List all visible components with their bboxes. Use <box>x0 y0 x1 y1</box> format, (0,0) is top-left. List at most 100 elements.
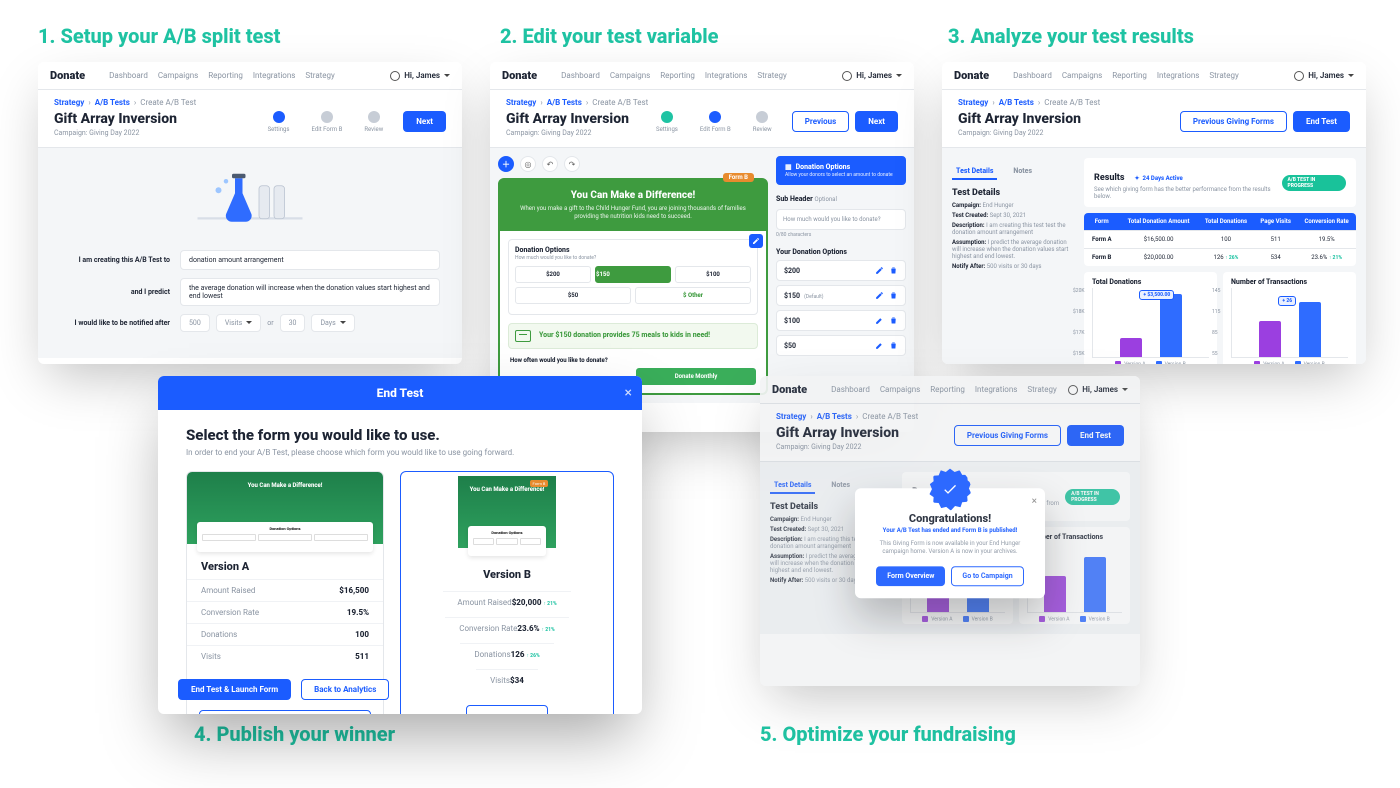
hypothesis-input[interactable]: donation amount arrangement <box>180 250 440 270</box>
chart-callout: + 26 <box>1278 296 1296 306</box>
form-overview-button[interactable]: Form Overview <box>876 566 945 586</box>
nav-strategy[interactable]: Strategy <box>305 71 334 80</box>
nav-integrations[interactable]: Integrations <box>705 71 748 80</box>
user-menu[interactable]: Hi, James <box>842 71 902 81</box>
close-icon[interactable]: × <box>625 385 632 401</box>
crumb-abtests[interactable]: A/B Tests <box>999 98 1034 107</box>
nav-reporting[interactable]: Reporting <box>208 71 243 80</box>
hypothesis-label: I am creating this A/B Test to <box>60 256 180 264</box>
nav-campaigns[interactable]: Campaigns <box>610 71 650 80</box>
crumb-abtests[interactable]: A/B Tests <box>547 98 582 107</box>
nav-reporting[interactable]: Reporting <box>1112 71 1147 80</box>
next-button[interactable]: Next <box>403 111 446 132</box>
go-to-campaign-button[interactable]: Go to Campaign <box>951 566 1023 586</box>
trash-icon[interactable] <box>889 291 898 300</box>
days-active: ✦ 24 Days Active <box>1134 175 1182 182</box>
amount-150[interactable]: $150 <box>595 266 671 283</box>
trash-icon[interactable] <box>889 341 898 350</box>
modal-heading: Select the form you would like to use. <box>186 426 614 444</box>
results-sub: See which giving form has the better per… <box>1094 186 1282 200</box>
nav-strategy[interactable]: Strategy <box>757 71 786 80</box>
page-title: Gift Array Inversion <box>54 111 177 127</box>
crumb-current: Create A/B Test <box>1044 98 1100 107</box>
nav-dashboard[interactable]: Dashboard <box>561 71 600 80</box>
amount-100[interactable]: $100 <box>675 266 751 283</box>
previous-forms-button[interactable]: Previous Giving Forms <box>1180 111 1287 132</box>
end-test-modal: End Test × Select the form you would lik… <box>158 376 642 714</box>
previous-button[interactable]: Previous <box>792 111 850 132</box>
pencil-icon[interactable] <box>875 266 884 275</box>
undo-icon[interactable]: ↶ <box>542 156 558 172</box>
nav-campaigns[interactable]: Campaigns <box>1062 71 1102 80</box>
breadcrumb: Strategy› A/B Tests› Create A/B Test <box>38 90 462 107</box>
results-table: FormTotal Donation AmountTotal Donations… <box>1084 213 1356 266</box>
option-row-200[interactable]: $200 <box>776 260 906 281</box>
trash-icon[interactable] <box>889 266 898 275</box>
user-menu[interactable]: Hi, James <box>1294 71 1354 81</box>
trash-icon[interactable] <box>889 316 898 325</box>
notify-label: I would like to be notified after <box>60 319 180 327</box>
panel-optimize: Donate DashboardCampaignsReportingIntegr… <box>760 376 1140 686</box>
nav-integrations[interactable]: Integrations <box>253 71 296 80</box>
pencil-icon[interactable] <box>875 316 884 325</box>
redo-icon[interactable]: ↷ <box>564 156 580 172</box>
step-settings[interactable]: Settings <box>656 111 678 133</box>
view-icon[interactable]: ◎ <box>520 156 536 172</box>
end-and-launch-button[interactable]: End Test & Launch Form <box>178 679 291 700</box>
version-b-title: Version B <box>469 552 545 587</box>
step-review[interactable]: Review <box>753 111 772 133</box>
predict-input[interactable]: the average donation will increase when … <box>180 278 440 306</box>
crumb-strategy[interactable]: Strategy <box>54 98 84 107</box>
user-menu[interactable]: Hi, James <box>390 71 450 81</box>
predict-label: and I predict <box>60 288 180 296</box>
grid-icon: ▦ <box>785 163 792 171</box>
donate-monthly-button[interactable]: Donate Monthly <box>636 368 756 385</box>
back-to-analytics-button[interactable]: Back to Analytics <box>301 679 389 700</box>
next-button[interactable]: Next <box>855 111 898 132</box>
form-selected-button[interactable]: Form Selected <box>466 705 548 714</box>
crumb-abtests[interactable]: A/B Tests <box>95 98 130 107</box>
amount-other[interactable]: $ Other <box>635 287 751 304</box>
tab-test-details[interactable]: Test Details <box>952 164 997 180</box>
close-icon[interactable]: × <box>1032 497 1037 508</box>
version-a-card[interactable]: You Can Make a Difference!Donation Optio… <box>186 471 384 714</box>
version-b-card[interactable]: Form BYou Can Make a Difference!Donation… <box>400 471 614 714</box>
pencil-icon[interactable] <box>875 341 884 350</box>
donation-options-card[interactable]: Donation Options How much would you like… <box>508 239 758 315</box>
option-row-100[interactable]: $100 <box>776 310 906 331</box>
gear-icon <box>390 71 400 81</box>
option-row-150[interactable]: $150(Default) <box>776 285 906 306</box>
end-test-button[interactable]: End Test <box>1293 111 1350 132</box>
amount-50[interactable]: $50 <box>515 287 631 304</box>
step-settings[interactable]: Settings <box>268 111 290 133</box>
frequency-question: How often would you like to donate? <box>500 355 766 368</box>
nav-dashboard[interactable]: Dashboard <box>1013 71 1052 80</box>
notify-days-value[interactable]: 30 <box>280 314 306 332</box>
notify-visits-unit[interactable]: Visits <box>216 314 261 332</box>
your-options-title: Your Donation Options <box>776 248 906 256</box>
pencil-icon[interactable] <box>875 291 884 300</box>
step-review[interactable]: Review <box>364 111 383 133</box>
pencil-icon[interactable] <box>749 234 763 248</box>
tab-notes[interactable]: Notes <box>1009 164 1036 180</box>
crumb-strategy[interactable]: Strategy <box>506 98 536 107</box>
campaign-line: Campaign: Giving Day 2022 <box>958 129 1081 137</box>
choose-form-a-button[interactable]: Choose Form <box>199 710 371 714</box>
dialog-title: Congratulations! <box>867 513 1033 526</box>
nav-dashboard[interactable]: Dashboard <box>109 71 148 80</box>
add-block-button[interactable]: ＋ <box>498 156 514 172</box>
nav-reporting[interactable]: Reporting <box>660 71 695 80</box>
panel-title: Donation Options <box>796 163 851 171</box>
nav-campaigns[interactable]: Campaigns <box>158 71 198 80</box>
notify-days-unit[interactable]: Days <box>311 314 354 332</box>
amount-200[interactable]: $200 <box>515 266 591 283</box>
subheader-input[interactable]: How much would you like to donate? <box>776 209 906 230</box>
nav-strategy[interactable]: Strategy <box>1209 71 1238 80</box>
notify-visits-value[interactable]: 500 <box>180 314 210 332</box>
step-edit-form-b[interactable]: Edit Form B <box>311 111 342 133</box>
nav-integrations[interactable]: Integrations <box>1157 71 1200 80</box>
step-2-title: 2. Edit your test variable <box>500 24 718 48</box>
step-edit-form-b[interactable]: Edit Form B <box>700 111 731 133</box>
option-row-50[interactable]: $50 <box>776 335 906 356</box>
crumb-strategy[interactable]: Strategy <box>958 98 988 107</box>
